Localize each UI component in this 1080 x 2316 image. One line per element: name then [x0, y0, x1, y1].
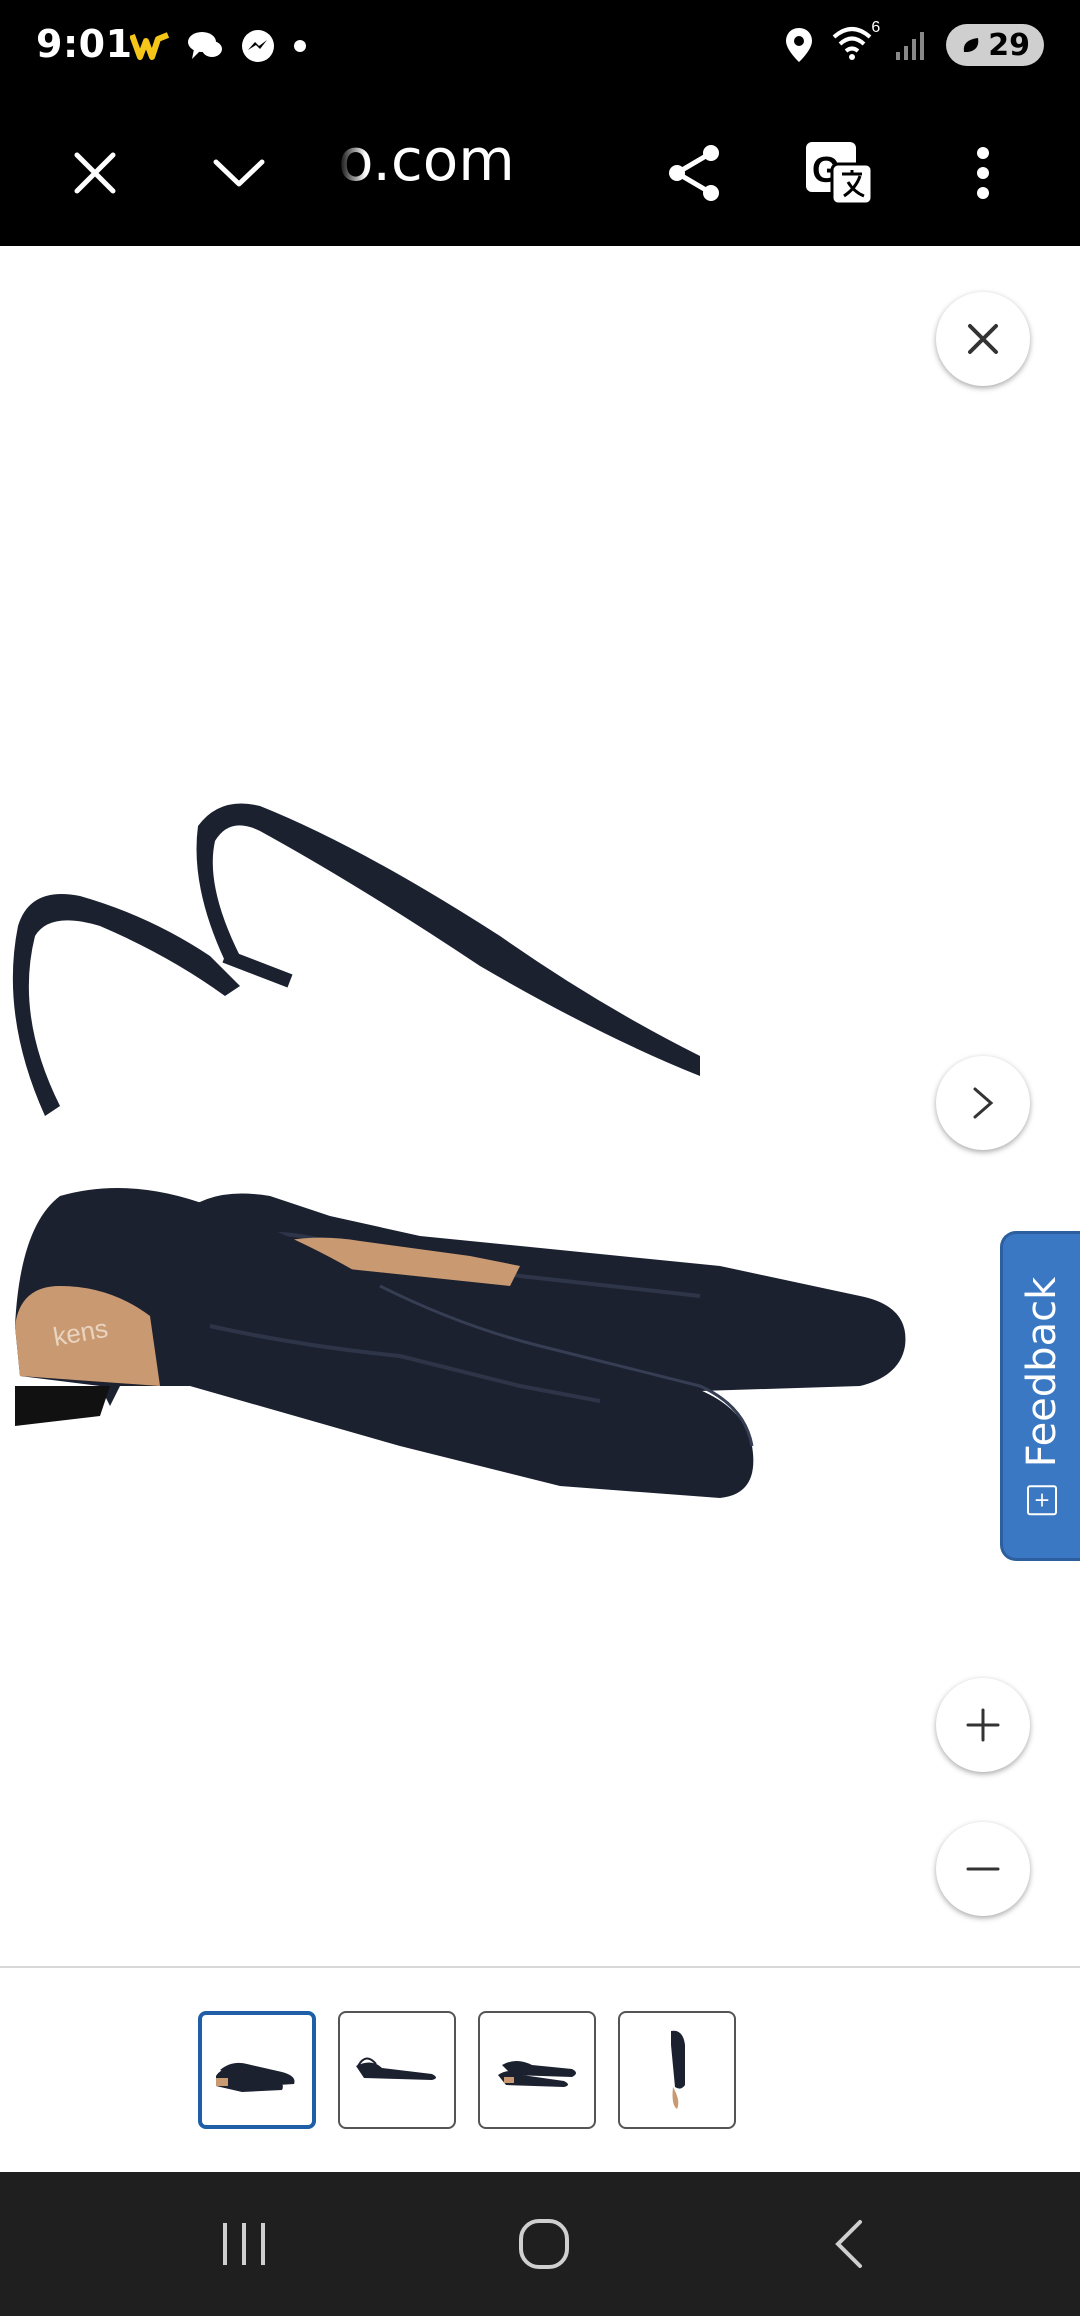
- status-bar: 9:01 6 29: [0, 0, 1080, 96]
- back-button[interactable]: [798, 2194, 898, 2294]
- chevron-down-icon: [213, 159, 265, 187]
- feedback-label: Feedback: [1018, 1276, 1065, 1468]
- messenger-icon: [242, 30, 274, 62]
- thumbnail-1[interactable]: [198, 2011, 316, 2129]
- chat-icon: [188, 32, 222, 59]
- home-icon: [519, 2219, 569, 2269]
- share-button[interactable]: [650, 128, 740, 218]
- close-icon: [74, 152, 116, 194]
- minimize-button[interactable]: [194, 128, 284, 218]
- zoom-out-button[interactable]: [936, 1822, 1030, 1916]
- close-icon: [968, 324, 998, 354]
- more-vert-icon: [977, 147, 989, 199]
- image-viewer: kens + Feedback: [0, 246, 1080, 1966]
- thumbnail-4[interactable]: [618, 2011, 736, 2129]
- product-image[interactable]: kens: [0, 786, 940, 1576]
- battery-level: 29: [988, 27, 1030, 63]
- recent-apps-button[interactable]: [194, 2194, 294, 2294]
- feedback-tab[interactable]: + Feedback: [1000, 1231, 1080, 1561]
- translate-button[interactable]: G: [794, 128, 884, 218]
- battery-indicator: 29: [946, 24, 1044, 66]
- chevron-right-icon: [973, 1087, 994, 1119]
- close-viewer-button[interactable]: [936, 292, 1030, 386]
- back-icon: [835, 2220, 862, 2268]
- thumbnail-strip: [198, 2011, 736, 2129]
- dot-icon: [294, 40, 306, 52]
- webtoon-icon: [130, 32, 170, 60]
- home-button[interactable]: [494, 2194, 594, 2294]
- thumbnail-3[interactable]: [478, 2011, 596, 2129]
- system-nav-bar: [0, 2172, 1080, 2316]
- wifi-label: 6: [871, 19, 881, 36]
- share-icon: [669, 145, 719, 201]
- feedback-label-wrap: + Feedback: [1019, 1277, 1065, 1516]
- more-options-button[interactable]: [938, 128, 1028, 218]
- zoom-in-button[interactable]: [936, 1678, 1030, 1772]
- notification-icons: [130, 28, 308, 64]
- battery-saver-icon: [964, 38, 979, 52]
- close-tab-button[interactable]: [50, 128, 140, 218]
- divider: [0, 1966, 1080, 1968]
- wifi-icon: 6: [832, 19, 880, 65]
- system-icons: 6 29: [784, 19, 1044, 66]
- thumbnail-2[interactable]: [338, 2011, 456, 2129]
- browser-toolbar: o.com G: [0, 96, 1080, 246]
- location-icon: [786, 28, 813, 62]
- plus-icon: [966, 1708, 1000, 1742]
- recent-apps-icon: [223, 2223, 265, 2265]
- minus-icon: [966, 1867, 1000, 1871]
- status-time: 9:01: [36, 22, 133, 66]
- next-image-button[interactable]: [936, 1056, 1030, 1150]
- feedback-icon: +: [1026, 1485, 1057, 1516]
- url-text[interactable]: o.com: [338, 126, 515, 194]
- translate-icon: G: [806, 142, 874, 206]
- signal-icon: [896, 32, 925, 60]
